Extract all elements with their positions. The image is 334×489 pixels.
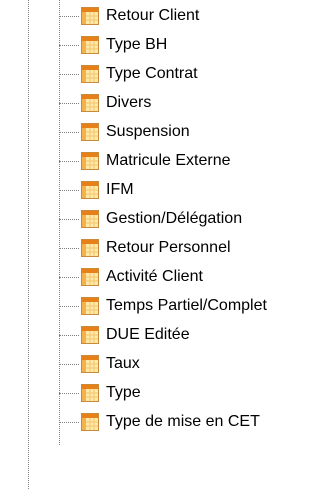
table-icon <box>81 65 99 83</box>
tree-item-label: Type BH <box>106 36 168 53</box>
tree-item-label: Activité Client <box>106 268 203 285</box>
tree-item-14[interactable]: Type de mise en CET <box>59 408 334 436</box>
tree-item-0[interactable]: Retour Client <box>59 2 334 30</box>
tree-item-label: Type de mise en CET <box>106 413 260 430</box>
tree-item-label: Retour Client <box>106 7 200 24</box>
tree-connector <box>59 102 79 104</box>
table-icon <box>81 268 99 286</box>
tree-item-13[interactable]: Type <box>59 379 334 407</box>
tree-connector <box>59 247 79 249</box>
table-icon <box>81 181 99 199</box>
tree-item-label: Suspension <box>106 123 190 140</box>
tree-item-label: Type Contrat <box>106 65 198 82</box>
table-icon <box>81 355 99 373</box>
tree-item-10[interactable]: Temps Partiel/Complet <box>59 292 334 320</box>
tree-connector <box>59 276 79 278</box>
tree-connector <box>59 44 79 46</box>
tree-connector <box>59 189 79 191</box>
table-icon <box>81 36 99 54</box>
table-icon <box>81 413 99 431</box>
tree-connector <box>59 73 79 75</box>
tree-item-label: Divers <box>106 94 152 111</box>
tree-item-label: Taux <box>106 355 140 372</box>
table-icon <box>81 7 99 25</box>
tree-connector <box>59 392 79 394</box>
tree-item-2[interactable]: Type Contrat <box>59 60 334 88</box>
tree-connector <box>59 15 79 17</box>
tree-item-6[interactable]: IFM <box>59 176 334 204</box>
tree-item-8[interactable]: Retour Personnel <box>59 234 334 262</box>
tree-item-11[interactable]: DUE Editée <box>59 321 334 349</box>
tree-view: Retour Client Type BH Type Contrat Diver… <box>0 0 334 489</box>
table-icon <box>81 326 99 344</box>
tree-item-3[interactable]: Divers <box>59 89 334 117</box>
tree-connector <box>59 160 79 162</box>
table-icon <box>81 297 99 315</box>
tree-guide-line-outer <box>28 0 29 489</box>
tree-item-12[interactable]: Taux <box>59 350 334 378</box>
table-icon <box>81 94 99 112</box>
tree-connector <box>59 334 79 336</box>
table-icon <box>81 210 99 228</box>
tree-item-label: IFM <box>106 181 134 198</box>
tree-connector <box>59 131 79 133</box>
tree-item-4[interactable]: Suspension <box>59 118 334 146</box>
tree-item-label: Type <box>106 384 141 401</box>
tree-item-label: Retour Personnel <box>106 239 231 256</box>
table-icon <box>81 239 99 257</box>
tree-connector <box>59 421 79 423</box>
tree-item-label: Matricule Externe <box>106 152 231 169</box>
tree-connector <box>59 218 79 220</box>
tree-connector <box>59 363 79 365</box>
table-icon <box>81 123 99 141</box>
tree-item-label: DUE Editée <box>106 326 190 343</box>
tree-item-9[interactable]: Activité Client <box>59 263 334 291</box>
tree-item-label: Gestion/Délégation <box>106 210 243 227</box>
tree-item-7[interactable]: Gestion/Délégation <box>59 205 334 233</box>
tree-connector <box>59 305 79 307</box>
table-icon <box>81 384 99 402</box>
tree-item-5[interactable]: Matricule Externe <box>59 147 334 175</box>
table-icon <box>81 152 99 170</box>
tree-item-label: Temps Partiel/Complet <box>106 297 267 314</box>
tree-item-1[interactable]: Type BH <box>59 31 334 59</box>
